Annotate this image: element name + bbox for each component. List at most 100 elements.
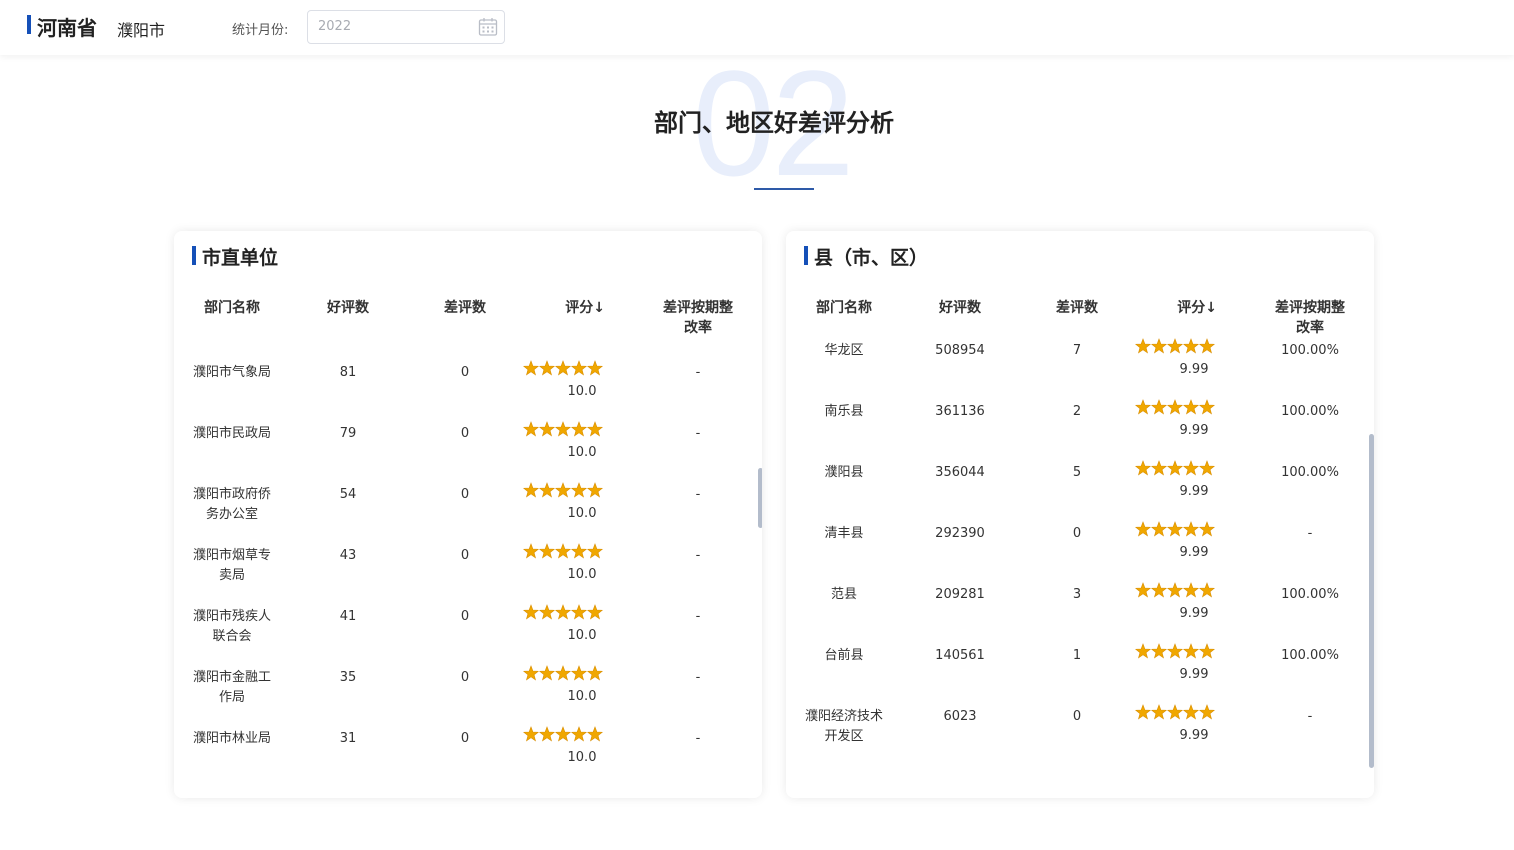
province-accent-bar: [27, 15, 31, 34]
scrollbar-thumb[interactable]: [1369, 434, 1374, 768]
row-star-rating: [523, 360, 639, 378]
row-bad-count: 2: [1072, 404, 1082, 419]
row-score: 10.0: [567, 750, 597, 765]
star-icon: [554, 604, 572, 620]
month-label: 统计月份:: [232, 23, 289, 38]
star-icon: [586, 604, 603, 620]
star-icon: [1198, 704, 1215, 720]
section-title: 部门、地区好差评分析: [654, 109, 894, 137]
star-icon: [1182, 582, 1200, 598]
star-icon: [523, 665, 540, 681]
star-icon: [554, 360, 572, 376]
row-good-count: 81: [339, 365, 357, 380]
row-dept-name: 范县: [830, 587, 857, 602]
row-rectify-rate: -: [695, 609, 701, 624]
star-icon: [586, 726, 603, 742]
star-icon: [1135, 643, 1152, 659]
star-icon: [1150, 643, 1168, 659]
star-icon: [1182, 338, 1200, 354]
row-bad-count: 0: [460, 426, 470, 441]
row-score: 9.99: [1179, 423, 1209, 438]
row-dept-name: 濮阳经济技术 开发区: [804, 709, 883, 744]
row-star-rating: [1135, 643, 1251, 661]
star-icon: [1182, 460, 1200, 476]
row-dept-name: 濮阳市气象局: [192, 365, 271, 380]
star-icon: [570, 543, 588, 559]
row-star-rating: [1135, 704, 1251, 722]
star-icon: [554, 726, 572, 742]
row-star-rating: [1135, 521, 1251, 539]
star-icon: [1150, 521, 1168, 537]
row-dept-name: 濮阳市残疾人 联合会: [192, 609, 271, 644]
scrollbar-thumb[interactable]: [758, 468, 762, 528]
star-icon: [1198, 521, 1215, 537]
row-rectify-rate: -: [1307, 709, 1313, 724]
star-icon: [570, 421, 588, 437]
star-icon: [1166, 704, 1184, 720]
star-icon: [586, 665, 603, 681]
star-icon: [538, 360, 556, 376]
row-good-count: 356044: [935, 465, 985, 480]
row-dept-name: 濮阳市林业局: [192, 731, 271, 746]
row-bad-count: 0: [460, 365, 470, 380]
star-icon: [538, 421, 556, 437]
row-dept-name: 清丰县: [824, 526, 864, 541]
row-star-rating: [1135, 582, 1251, 600]
row-star-rating: [1135, 338, 1251, 356]
row-score: 10.0: [567, 384, 597, 399]
row-rectify-rate: -: [695, 548, 701, 563]
col-header-name: 部门名称: [816, 300, 872, 316]
row-star-rating: [1135, 460, 1251, 478]
row-star-rating: [523, 604, 639, 622]
star-icon: [1198, 338, 1215, 354]
star-icon: [1166, 338, 1184, 354]
star-icon: [1150, 338, 1168, 354]
row-dept-name: 南乐县: [824, 404, 864, 419]
star-icon: [1135, 521, 1152, 537]
star-icon: [570, 665, 588, 681]
row-bad-count: 3: [1072, 587, 1082, 602]
col-header-score[interactable]: 评分↓: [1135, 298, 1217, 318]
row-good-count: 209281: [935, 587, 985, 602]
star-icon: [538, 482, 556, 498]
row-score: 9.99: [1179, 362, 1209, 377]
month-picker[interactable]: 2022: [307, 10, 505, 44]
star-icon: [1198, 582, 1215, 598]
row-dept-name: 华龙区: [824, 343, 864, 358]
row-good-count: 6023: [943, 709, 977, 724]
row-star-rating: [523, 543, 639, 561]
row-bad-count: 0: [460, 487, 470, 502]
star-icon: [586, 482, 603, 498]
star-icon: [523, 604, 540, 620]
month-picker-value[interactable]: 2022: [318, 19, 351, 34]
row-score: 10.0: [567, 445, 597, 460]
star-icon: [1166, 460, 1184, 476]
row-rectify-rate: -: [695, 365, 701, 380]
row-bad-count: 7: [1072, 343, 1082, 358]
star-icon: [1135, 399, 1152, 415]
row-rectify-rate: -: [1307, 526, 1313, 541]
star-icon: [554, 543, 572, 559]
row-good-count: 31: [339, 731, 357, 746]
row-rectify-rate: -: [695, 426, 701, 441]
col-header-good: 好评数: [327, 300, 369, 316]
row-bad-count: 0: [460, 731, 470, 746]
county-districts-panel: 县（市、区） 部门名称 好评数 差评数 评分↓ 差评按期整 改率 华龙区 508954 7 9.9…: [786, 231, 1374, 798]
row-bad-count: 0: [460, 609, 470, 624]
calendar-icon[interactable]: [478, 17, 498, 41]
star-icon: [1150, 399, 1168, 415]
section-underline: [754, 188, 814, 190]
row-dept-name: 濮阳县: [824, 465, 864, 480]
star-icon: [523, 421, 540, 437]
city-selector[interactable]: 濮阳市: [117, 17, 165, 41]
star-icon: [523, 543, 540, 559]
row-dept-name: 濮阳市政府侨 务办公室: [192, 487, 271, 522]
star-icon: [554, 665, 572, 681]
col-header-score[interactable]: 评分↓: [523, 298, 605, 318]
star-icon: [1150, 704, 1168, 720]
star-icon: [1135, 704, 1152, 720]
row-good-count: 41: [339, 609, 357, 624]
star-icon: [523, 482, 540, 498]
province-selector[interactable]: 河南省: [37, 12, 97, 41]
star-icon: [586, 421, 603, 437]
